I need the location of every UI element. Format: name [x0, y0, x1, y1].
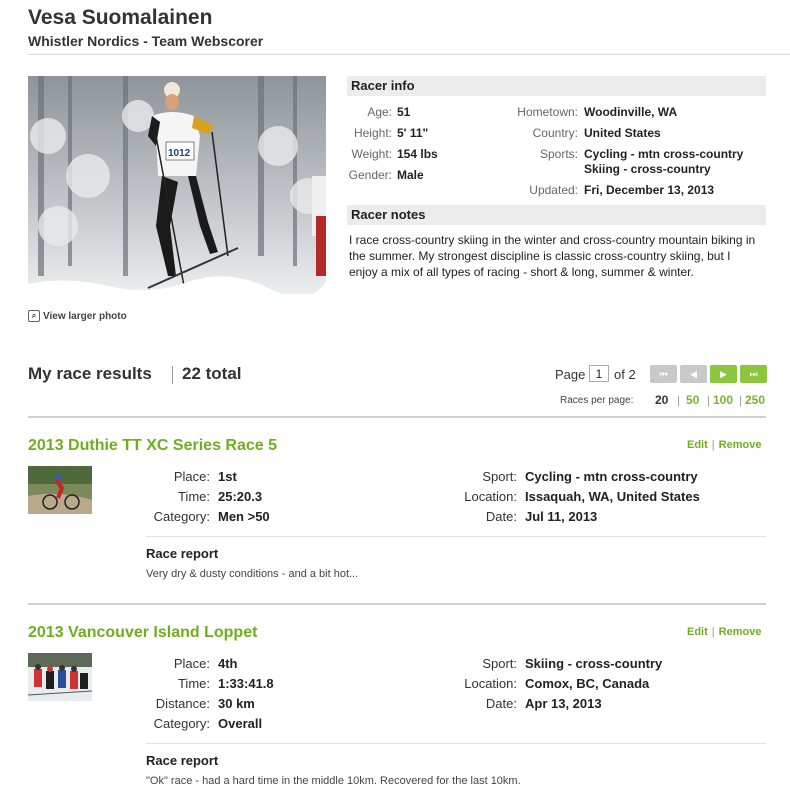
results-separator	[172, 366, 173, 384]
race-actions: Edit | Remove	[687, 626, 761, 638]
race-title-link[interactable]: 2013 Vancouver Island Loppet	[28, 624, 257, 642]
date-label: Date:	[485, 509, 517, 524]
divider	[28, 54, 790, 55]
age-label: Age:	[367, 105, 392, 119]
results-total: 22 total	[182, 364, 242, 383]
location-value: Issaquah, WA, United States	[525, 489, 700, 504]
edit-link[interactable]: Edit	[687, 439, 708, 451]
category-value: Men >50	[218, 509, 270, 524]
per-page-separator: |	[739, 395, 742, 407]
page-of-label: of 2	[614, 367, 636, 382]
racer-notes-text: I race cross-country skiing in the winte…	[349, 233, 756, 279]
country-value: United States	[584, 126, 661, 140]
date-value: Apr 13, 2013	[525, 696, 602, 711]
page-number-input[interactable]: 1	[589, 365, 609, 382]
sport-value: Skiing - cross-country	[525, 656, 663, 671]
date-label: Date:	[485, 696, 517, 711]
time-value: 25:20.3	[218, 489, 263, 504]
per-page-separator: |	[707, 395, 710, 407]
first-page-icon[interactable]: ⏮	[650, 365, 677, 383]
races-per-page-label: Races per page:	[560, 395, 634, 406]
per-page-20[interactable]: 20	[655, 393, 668, 407]
per-page-50[interactable]: 50	[686, 393, 699, 407]
previous-page-icon[interactable]: ◀	[680, 365, 707, 383]
height-value: 5' 11"	[397, 126, 429, 140]
weight-label: Weight:	[351, 147, 392, 161]
per-page-100[interactable]: 100	[713, 393, 733, 407]
category-value: Overall	[218, 716, 263, 731]
weight-value: 154 lbs	[397, 147, 438, 161]
location-label: Location:	[464, 676, 517, 691]
age-value: 51	[397, 105, 411, 119]
race-report-heading: Race report	[146, 753, 219, 768]
place-value: 4th	[218, 656, 238, 671]
edit-link[interactable]: Edit	[687, 626, 708, 638]
country-label: Country:	[532, 126, 578, 140]
place-label: Place:	[173, 469, 210, 484]
distance-label: Distance:	[155, 696, 210, 711]
svg-text:1012: 1012	[168, 148, 191, 159]
sports-label: Sports:	[539, 147, 578, 161]
updated-value: Fri, December 13, 2013	[584, 183, 715, 197]
date-value: Jul 11, 2013	[525, 509, 598, 524]
profile-photo[interactable]: 1012	[28, 76, 326, 294]
team-name: Whistler Nordics - Team Webscorer	[28, 33, 264, 49]
sport-value: Cycling - mtn cross-country	[525, 469, 698, 484]
gender-label: Gender:	[348, 168, 392, 182]
hometown-value: Woodinville, WA	[584, 105, 678, 119]
per-page-separator: |	[677, 395, 680, 407]
next-page-icon[interactable]: ▶	[710, 365, 737, 383]
category-label: Category:	[153, 716, 210, 731]
view-larger-photo-link[interactable]: ⌕ View larger photo	[28, 310, 127, 322]
place-value: 1st	[218, 469, 237, 484]
last-page-icon[interactable]: ⏭	[740, 365, 767, 383]
page-label: Page	[555, 367, 586, 382]
race-actions: Edit | Remove	[687, 439, 761, 451]
race-thumbnail[interactable]	[28, 466, 92, 514]
height-label: Height:	[353, 126, 392, 140]
magnifier-icon: ⌕	[28, 310, 40, 322]
racer-info-heading: Racer info	[347, 76, 766, 96]
location-value: Comox, BC, Canada	[525, 676, 650, 691]
sports-value-2: Skiing - cross-country	[584, 162, 711, 176]
divider	[146, 536, 766, 537]
updated-label: Updated:	[529, 183, 578, 197]
sport-label: Sport:	[482, 469, 517, 484]
time-label: Time:	[177, 489, 210, 504]
results-divider	[28, 416, 766, 418]
race-divider	[28, 603, 766, 605]
gender-value: Male	[397, 168, 424, 182]
location-label: Location:	[464, 489, 517, 504]
distance-value: 30 km	[218, 696, 255, 711]
divider	[146, 743, 766, 744]
race-report-heading: Race report	[146, 546, 219, 561]
race-report-text: Very dry & dusty conditions - and a bit …	[146, 568, 359, 580]
sports-value-1: Cycling - mtn cross-country	[584, 147, 744, 161]
race-report-text: "Ok" race - had a hard time in the middl…	[146, 775, 521, 787]
race-thumbnail[interactable]	[28, 653, 92, 701]
results-title: My race results	[28, 364, 152, 383]
hometown-label: Hometown:	[517, 105, 578, 119]
race-title-link[interactable]: 2013 Duthie TT XC Series Race 5	[28, 437, 277, 455]
view-larger-label: View larger photo	[43, 310, 127, 322]
time-label: Time:	[177, 676, 210, 691]
racer-notes-heading: Racer notes	[347, 205, 766, 225]
racer-name: Vesa Suomalainen	[28, 6, 213, 29]
sport-label: Sport:	[482, 656, 517, 671]
time-value: 1:33:41.8	[218, 676, 274, 691]
category-label: Category:	[153, 509, 210, 524]
action-separator: |	[711, 439, 715, 451]
remove-link[interactable]: Remove	[719, 626, 762, 638]
action-separator: |	[711, 626, 715, 638]
place-label: Place:	[173, 656, 210, 671]
remove-link[interactable]: Remove	[719, 439, 762, 451]
per-page-250[interactable]: 250	[745, 393, 765, 407]
